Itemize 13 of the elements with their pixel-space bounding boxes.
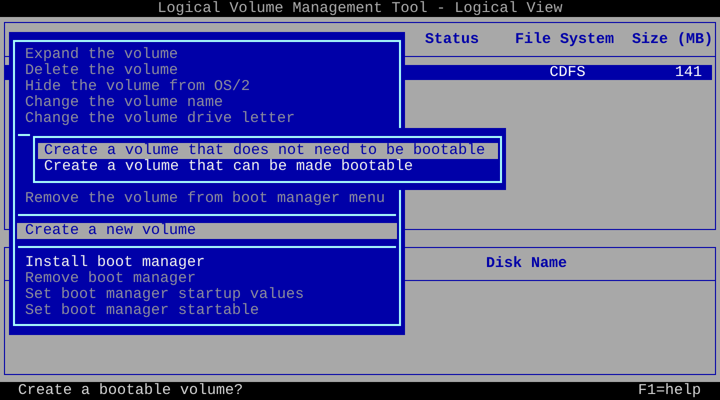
table-cell-text: CDFS [549, 65, 586, 81]
title-bar: Logical Volume Management Tool - Logical View [0, 0, 720, 17]
menu-item[interactable]: Install boot manager [17, 255, 397, 271]
column-header: Disk Name [486, 256, 568, 272]
help-hint: F1=help [638, 383, 701, 399]
column-header: Status [425, 32, 480, 48]
column-header: Size (MB) [632, 32, 714, 48]
column-header: File System [515, 32, 614, 48]
status-message: Create a bootable volume? [18, 383, 244, 399]
menu-item[interactable]: Create a new volume [17, 223, 397, 239]
menu-item[interactable]: Create a volume that does not need to be bootable [38, 143, 498, 159]
menu-item[interactable]: Create a volume that can be made bootable [38, 159, 498, 175]
table-cell-text: 141 [674, 65, 703, 81]
